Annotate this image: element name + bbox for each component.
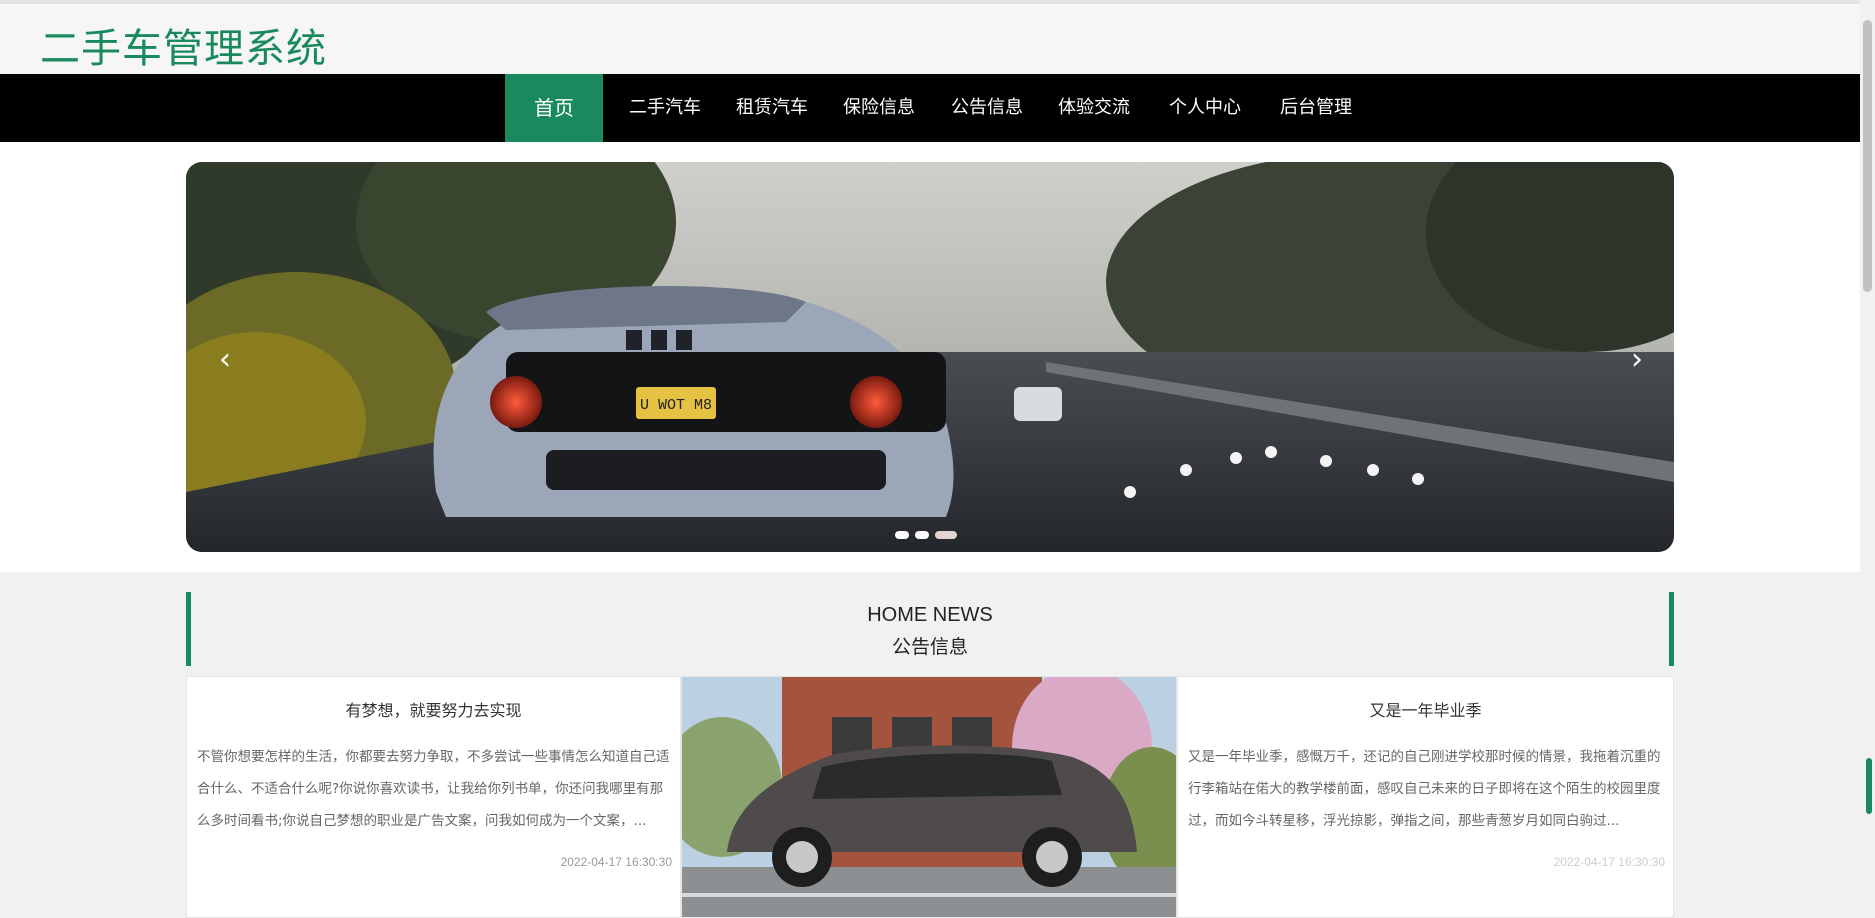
nav-item-admin[interactable]: 后台管理 (1269, 74, 1363, 142)
scrollbar-thumb[interactable] (1863, 20, 1872, 292)
nav-item-rental-cars[interactable]: 租赁汽车 (725, 74, 819, 142)
news-card-title[interactable]: 又是一年毕业季 (1178, 697, 1673, 721)
news-card-body: 又是一年毕业季，感慨万千，还记的自己刚进学校那时候的情景，我拖着沉重的行李箱站在… (1188, 749, 1661, 829)
news-card-date: 2022-04-17 16:30:30 (1553, 855, 1665, 869)
news-card[interactable]: 又是一年毕业季 又是一年毕业季，感慨万千，还记的自己刚进学校那时候的情景，我拖着… (1177, 676, 1674, 918)
carousel-dot-3[interactable] (935, 531, 957, 539)
news-card-date: 2022-04-17 16:30:30 (560, 855, 672, 869)
news-section-header: HOME NEWS 公告信息 (186, 592, 1674, 666)
nav-item-insurance[interactable]: 保险信息 (832, 74, 926, 142)
news-card-image[interactable] (681, 676, 1177, 918)
hero-carousel[interactable]: U WOT M8 (186, 162, 1674, 552)
carousel-dot-1[interactable] (895, 531, 909, 539)
main-nav: 首页 二手汽车 租赁汽车 保险信息 公告信息 体验交流 个人中心 后台管理 (0, 74, 1860, 142)
site-title[interactable]: 二手车管理系统 (40, 16, 327, 74)
chevron-right-icon: › (1631, 342, 1643, 377)
news-card-body: 不管你想要怎样的生活，你都要去努力争取，不多尝试一些事情怎么知道自己适合什么、不… (197, 749, 670, 829)
carousel-slide-image: U WOT M8 (186, 162, 1674, 552)
carousel-indicators (895, 524, 963, 539)
license-plate-text: U WOT M8 (640, 397, 712, 414)
site-header: 二手车管理系统 (0, 0, 1860, 74)
minivan-photo (682, 677, 1176, 917)
carousel-dot-2[interactable] (915, 531, 929, 539)
news-section-subtitle: 公告信息 (891, 636, 968, 658)
chevron-left-icon: ‹ (219, 342, 231, 377)
nav-item-announcements[interactable]: 公告信息 (940, 74, 1034, 142)
back-to-top-indicator[interactable] (1866, 758, 1872, 814)
carousel-next-button[interactable]: › (1617, 340, 1657, 380)
nav-item-used-cars[interactable]: 二手汽车 (618, 74, 712, 142)
news-section-title: HOME NEWS (867, 604, 993, 626)
nav-item-personal-center[interactable]: 个人中心 (1158, 74, 1252, 142)
news-card-title[interactable]: 有梦想，就要努力去实现 (187, 697, 680, 721)
nav-item-home[interactable]: 首页 (505, 74, 603, 142)
news-card[interactable]: 有梦想，就要努力去实现 不管你想要怎样的生活，你都要去努力争取，不多尝试一些事情… (186, 676, 681, 918)
nav-item-experience[interactable]: 体验交流 (1047, 74, 1141, 142)
carousel-prev-button[interactable]: ‹ (205, 340, 245, 380)
